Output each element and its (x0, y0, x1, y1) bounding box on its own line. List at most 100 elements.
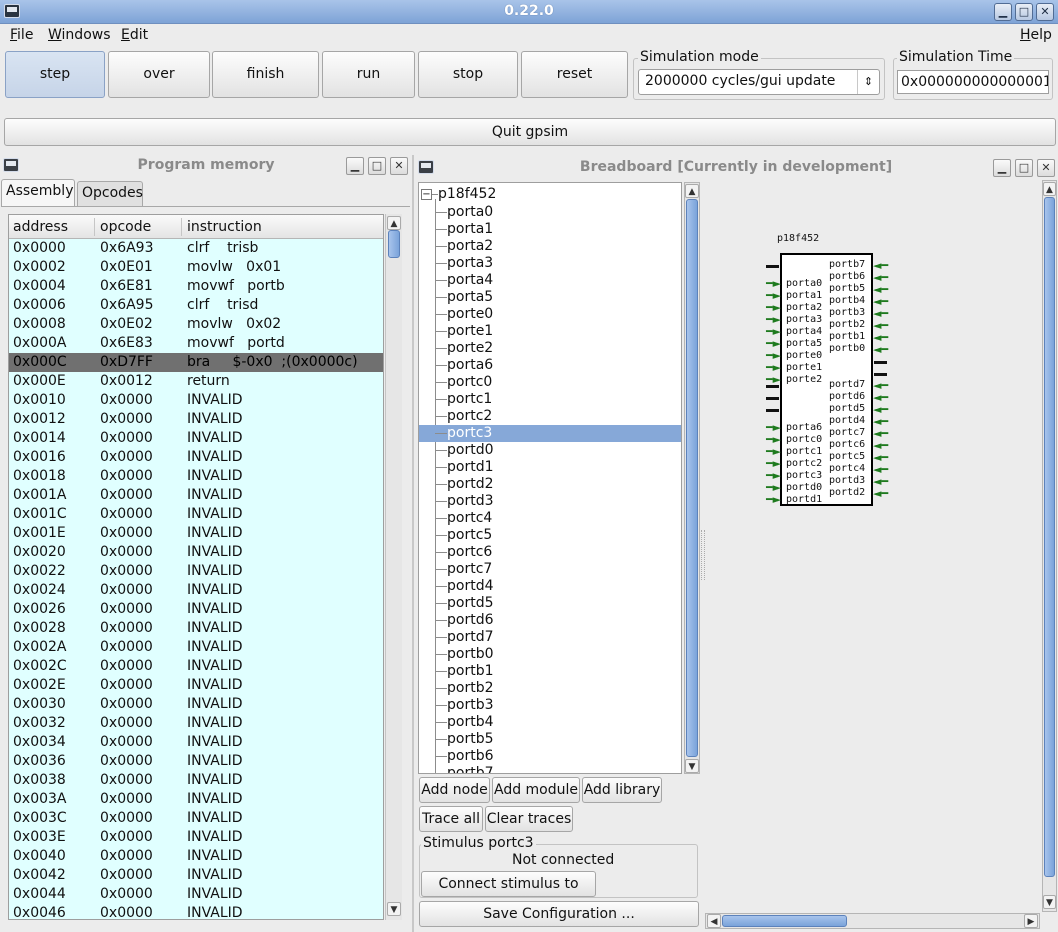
column-opcode[interactable]: opcode (100, 219, 151, 235)
close-icon[interactable]: ✕ (390, 157, 408, 175)
finish-button[interactable]: finish (212, 51, 319, 98)
simulation-mode-select[interactable]: 2000000 cycles/gui update ⇕ (638, 69, 880, 95)
pane-divider[interactable] (412, 155, 414, 932)
tree-item-porta5[interactable]: porta5 (419, 289, 681, 306)
connect-stimulus-button[interactable]: Connect stimulus to node (421, 871, 596, 916)
program-memory-scrollbar[interactable]: ▲ ▼ (385, 214, 402, 920)
tree-item-portb1[interactable]: portb1 (419, 663, 681, 680)
tree-item-porte2[interactable]: porte2 (419, 340, 681, 357)
table-row[interactable]: 0x002C 0x0000 INVALID (9, 657, 383, 676)
tree-root[interactable]: − p18f452 (419, 186, 681, 203)
clear-traces-button[interactable]: Clear traces (485, 806, 573, 832)
run-button[interactable]: run (322, 51, 415, 98)
table-row[interactable]: 0x003E 0x0000 INVALID (9, 828, 383, 847)
add-module-button[interactable]: Add module (492, 777, 580, 803)
tree-item-portc3[interactable]: portc3 (419, 425, 681, 442)
pane-resize-handle[interactable] (701, 530, 705, 580)
table-row[interactable]: 0x0030 0x0000 INVALID (9, 695, 383, 714)
tree-item-portd4[interactable]: portd4 (419, 578, 681, 595)
scroll-left-arrow-icon[interactable]: ◀ (707, 914, 721, 928)
minimize-icon[interactable]: ▁ (994, 3, 1012, 21)
close-icon[interactable]: ✕ (1036, 3, 1054, 21)
table-row[interactable]: 0x0012 0x0000 INVALID (9, 410, 383, 429)
stop-button[interactable]: stop (418, 51, 518, 98)
table-row[interactable]: 0x0018 0x0000 INVALID (9, 467, 383, 486)
trace-all-button[interactable]: Trace all (419, 806, 483, 832)
table-row[interactable]: 0x0004 0x6E81 movwf portb (9, 277, 383, 296)
pin-arrow-icon[interactable]: ━► (766, 494, 781, 506)
simulation-time-field[interactable]: 0x0000000000000012 (897, 70, 1049, 94)
table-row[interactable]: 0x0046 0x0000 INVALID (9, 904, 383, 919)
scroll-up-arrow-icon[interactable]: ▲ (685, 184, 699, 198)
table-row[interactable]: 0x0014 0x0000 INVALID (9, 429, 383, 448)
table-row[interactable]: 0x0044 0x0000 INVALID (9, 885, 383, 904)
add-node-button[interactable]: Add node (419, 777, 490, 803)
tree-item-portd5[interactable]: portd5 (419, 595, 681, 612)
pin-arrow-icon[interactable]: ◄━ (873, 344, 888, 356)
minimize-icon[interactable]: ▁ (346, 157, 364, 175)
table-row[interactable]: 0x0002 0x0E01 movlw 0x01 (9, 258, 383, 277)
table-row[interactable]: 0x0016 0x0000 INVALID (9, 448, 383, 467)
table-row[interactable]: 0x0006 0x6A95 clrf trisd (9, 296, 383, 315)
table-row[interactable]: 0x003C 0x0000 INVALID (9, 809, 383, 828)
table-row[interactable]: 0x0042 0x0000 INVALID (9, 866, 383, 885)
table-row[interactable]: 0x0028 0x0000 INVALID (9, 619, 383, 638)
table-row[interactable]: 0x0000 0x6A93 clrf trisb (9, 239, 383, 258)
tree-item-porta0[interactable]: porta0 (419, 204, 681, 221)
tree-item-portc7[interactable]: portc7 (419, 561, 681, 578)
tree-item-portb2[interactable]: portb2 (419, 680, 681, 697)
tree-item-porte1[interactable]: porte1 (419, 323, 681, 340)
quit-button[interactable]: Quit gpsim (4, 118, 1056, 146)
tree-item-porta4[interactable]: porta4 (419, 272, 681, 289)
maximize-icon[interactable]: □ (1015, 3, 1033, 21)
tree-item-portb0[interactable]: portb0 (419, 646, 681, 663)
tree-item-portd1[interactable]: portd1 (419, 459, 681, 476)
table-row[interactable]: 0x0038 0x0000 INVALID (9, 771, 383, 790)
table-row[interactable]: 0x0008 0x0E02 movlw 0x02 (9, 315, 383, 334)
menu-windows[interactable]: Windows (48, 27, 111, 43)
column-address[interactable]: address (13, 219, 68, 235)
menu-edit[interactable]: Edit (121, 27, 148, 43)
table-row[interactable]: 0x002E 0x0000 INVALID (9, 676, 383, 695)
table-row[interactable]: 0x000A 0x6E83 movwf portd (9, 334, 383, 353)
table-row[interactable]: 0x0022 0x0000 INVALID (9, 562, 383, 581)
tree-item-portd3[interactable]: portd3 (419, 493, 681, 510)
table-row[interactable]: 0x0034 0x0000 INVALID (9, 733, 383, 752)
tree-item-portd0[interactable]: portd0 (419, 442, 681, 459)
tree-item-porta2[interactable]: porta2 (419, 238, 681, 255)
scroll-up-arrow-icon[interactable]: ▲ (1043, 182, 1056, 196)
scroll-thumb[interactable] (722, 915, 847, 927)
tree-item-portd6[interactable]: portd6 (419, 612, 681, 629)
maximize-icon[interactable]: □ (368, 157, 386, 175)
tree-item-portd2[interactable]: portd2 (419, 476, 681, 493)
table-row[interactable]: 0x0040 0x0000 INVALID (9, 847, 383, 866)
reset-button[interactable]: reset (521, 51, 628, 98)
tree-item-portc5[interactable]: portc5 (419, 527, 681, 544)
menu-help[interactable]: Help (1020, 27, 1052, 43)
table-row[interactable]: 0x002A 0x0000 INVALID (9, 638, 383, 657)
table-row[interactable]: 0x000C 0xD7FF bra $-0x0 ;(0x0000c) (9, 353, 383, 372)
tree-item-portc4[interactable]: portc4 (419, 510, 681, 527)
column-instruction[interactable]: instruction (187, 219, 262, 235)
collapse-icon[interactable]: − (421, 189, 432, 200)
tree-item-portb5[interactable]: portb5 (419, 731, 681, 748)
scroll-down-arrow-icon[interactable]: ▼ (685, 759, 699, 773)
tree-item-portd7[interactable]: portd7 (419, 629, 681, 646)
table-row[interactable]: 0x001C 0x0000 INVALID (9, 505, 383, 524)
menu-file[interactable]: File (10, 27, 33, 43)
table-row[interactable]: 0x0010 0x0000 INVALID (9, 391, 383, 410)
tree-item-portc1[interactable]: portc1 (419, 391, 681, 408)
scroll-down-arrow-icon[interactable]: ▼ (1043, 895, 1056, 909)
over-button[interactable]: over (108, 51, 210, 98)
table-row[interactable]: 0x001A 0x0000 INVALID (9, 486, 383, 505)
table-row[interactable]: 0x001E 0x0000 INVALID (9, 524, 383, 543)
scroll-right-arrow-icon[interactable]: ▶ (1024, 914, 1038, 928)
tree-item-porte0[interactable]: porte0 (419, 306, 681, 323)
tree-item-porta3[interactable]: porta3 (419, 255, 681, 272)
table-row[interactable]: 0x0026 0x0000 INVALID (9, 600, 383, 619)
table-row[interactable]: 0x0036 0x0000 INVALID (9, 752, 383, 771)
breadboard-vscrollbar[interactable]: ▲ ▼ (1042, 180, 1057, 912)
tree-item-portb3[interactable]: portb3 (419, 697, 681, 714)
add-library-button[interactable]: Add library (582, 777, 662, 803)
table-row[interactable]: 0x0020 0x0000 INVALID (9, 543, 383, 562)
